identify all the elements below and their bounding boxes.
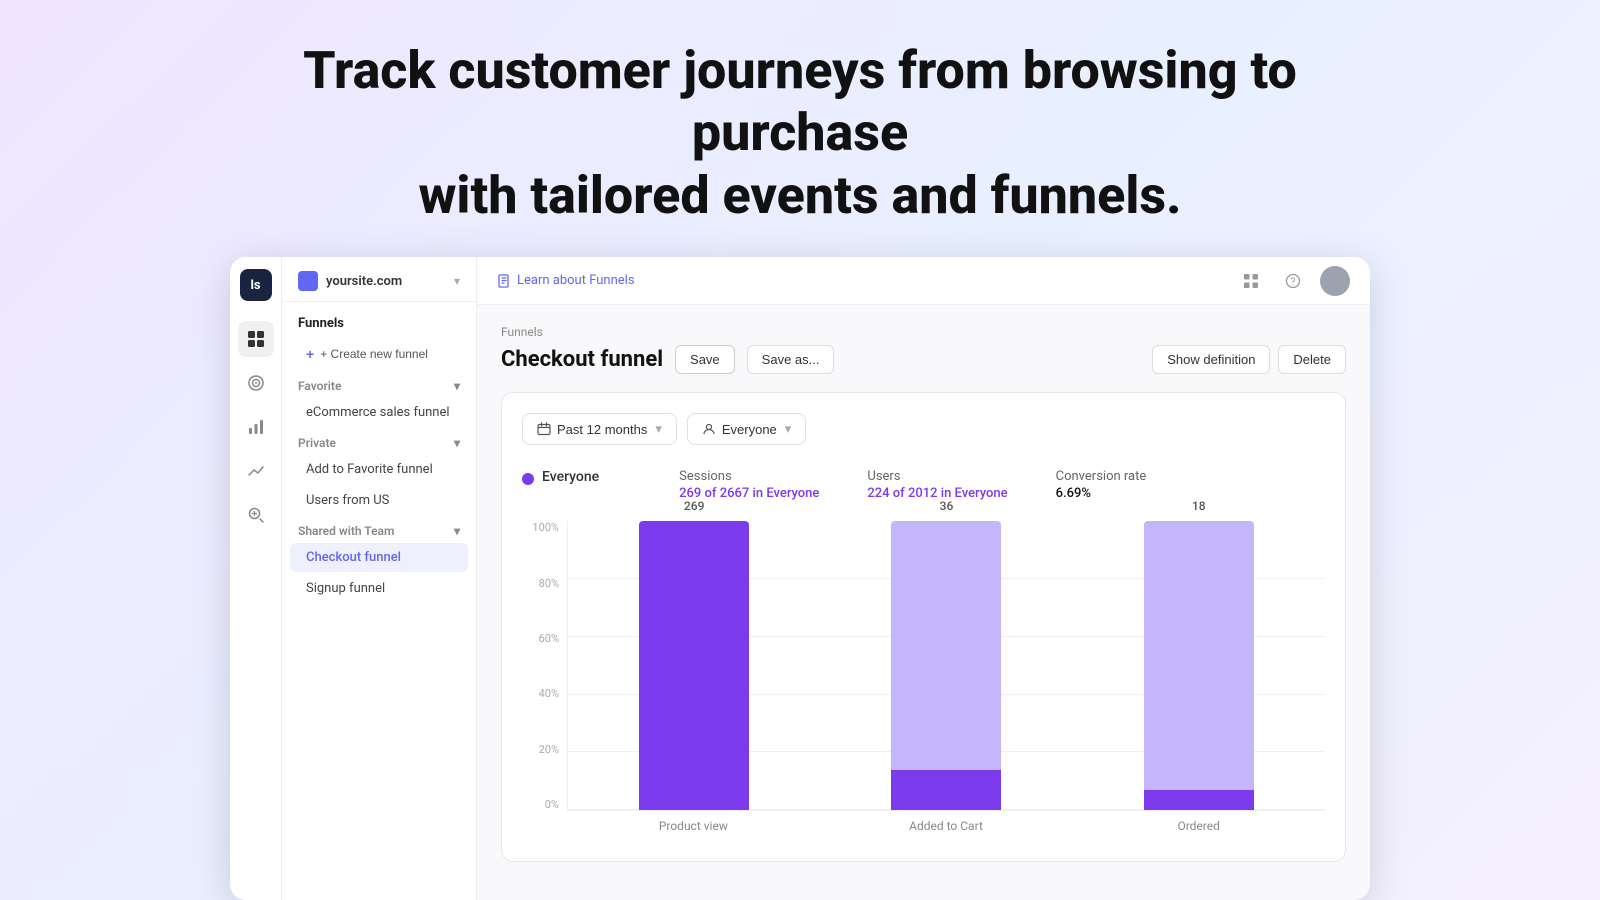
book-icon (497, 274, 511, 288)
audience-filter[interactable]: Everyone ▾ (687, 413, 806, 445)
site-selector[interactable]: yoursite.com ▾ (282, 257, 476, 302)
site-icon (298, 271, 318, 291)
nav-section-title: Funnels (282, 302, 476, 337)
save-button[interactable]: Save (675, 345, 735, 374)
create-funnel-button[interactable]: + + Create new funnel (290, 339, 468, 369)
save-as-button[interactable]: Save as... (747, 345, 835, 374)
nav-group-private[interactable]: Private ▾ (282, 428, 476, 454)
filter-row: Past 12 months ▾ Everyone ▾ (522, 413, 1325, 445)
nav-group-shared[interactable]: Shared with Team ▾ (282, 516, 476, 542)
nav-item-users-us[interactable]: Users from US (290, 486, 468, 515)
conversion-stat: Conversion rate 6.69% (1056, 469, 1147, 501)
chevron-icon: ▾ (454, 524, 460, 538)
bar-ordered: 18 (1073, 521, 1325, 810)
page-title: Checkout funnel (501, 347, 663, 372)
left-nav: yoursite.com ▾ Funnels + + Create new fu… (282, 257, 477, 900)
nav-icon-trend[interactable] (238, 453, 274, 489)
bar-light-cart (891, 521, 1001, 770)
bar-light-ordered (1144, 521, 1254, 790)
conversion-label: Conversion rate (1056, 469, 1147, 484)
bar-dark-ordered (1144, 790, 1254, 810)
audience-icon (702, 422, 716, 436)
sessions-stat: Sessions 269 of 2667 in Everyone (679, 469, 819, 501)
bar-chart: 100% 80% 60% 40% 20% 0% (522, 521, 1325, 841)
users-stat: Users 224 of 2012 in Everyone (867, 469, 1007, 501)
page-header: Checkout funnel Save Save as... Show def… (501, 345, 1346, 374)
bar-dark-product (639, 521, 749, 810)
nav-icon-target[interactable] (238, 365, 274, 401)
nav-group-favorite[interactable]: Favorite ▾ (282, 371, 476, 397)
user-avatar[interactable] (1320, 266, 1350, 296)
nav-item-add-favorite[interactable]: Add to Favorite funnel (290, 455, 468, 484)
learn-link[interactable]: Learn about Funnels (497, 273, 635, 288)
nav-item-signup[interactable]: Signup funnel (290, 574, 468, 603)
bar-added-cart: 36 (820, 521, 1072, 810)
x-labels: Product view Added to Cart Ordered (567, 811, 1325, 841)
nav-icon-grid[interactable] (238, 321, 274, 357)
chevron-icon: ▾ (785, 421, 792, 437)
nav-item-ecommerce[interactable]: eCommerce sales funnel (290, 398, 468, 427)
nav-icon-search[interactable] (238, 497, 274, 533)
y-axis: 100% 80% 60% 40% 20% 0% (522, 521, 567, 811)
app-logo: ls (240, 269, 272, 301)
topbar-right: ? (1236, 266, 1350, 296)
chevron-icon: ▾ (454, 436, 460, 450)
conversion-value: 6.69% (1056, 486, 1147, 501)
legend-row: Everyone Sessions 269 of 2667 in Everyon… (522, 469, 1325, 501)
breadcrumb: Funnels (501, 325, 1346, 339)
delete-button[interactable]: Delete (1278, 345, 1346, 374)
chart-card: Past 12 months ▾ Everyone ▾ (501, 392, 1346, 862)
topbar: Learn about Funnels ? (477, 257, 1370, 305)
grid-icon[interactable] (1236, 266, 1266, 296)
bar-product-view: 269 (568, 521, 820, 810)
users-label: Users (867, 469, 1007, 484)
svg-text:?: ? (1291, 277, 1296, 288)
icon-sidebar: ls (230, 257, 282, 900)
chevron-down-icon: ▾ (454, 274, 460, 288)
x-label-cart: Added to Cart (820, 811, 1073, 841)
sessions-label: Sessions (679, 469, 819, 484)
site-name: yoursite.com (326, 274, 446, 289)
nav-icon-chart[interactable] (238, 409, 274, 445)
help-icon[interactable]: ? (1278, 266, 1308, 296)
hero-heading: Track customer journeys from browsing to… (250, 0, 1350, 257)
main-content: Learn about Funnels ? (477, 257, 1370, 900)
app-window: ls (230, 257, 1370, 900)
plus-icon: + (306, 346, 314, 362)
show-definition-button[interactable]: Show definition (1152, 345, 1270, 374)
nav-item-checkout[interactable]: Checkout funnel (290, 543, 468, 572)
legend-label: Everyone (542, 469, 599, 485)
chevron-icon: ▾ (454, 379, 460, 393)
legend-dot (522, 473, 534, 485)
content-area: Funnels Checkout funnel Save Save as... … (477, 305, 1370, 900)
header-actions: Show definition Delete (1152, 345, 1346, 374)
x-label-ordered: Ordered (1072, 811, 1325, 841)
period-filter[interactable]: Past 12 months ▾ (522, 413, 677, 445)
calendar-icon (537, 422, 551, 436)
chart-bars: 269 36 (567, 521, 1325, 811)
x-label-product: Product view (567, 811, 820, 841)
chevron-icon: ▾ (655, 421, 662, 437)
users-value: 224 of 2012 in Everyone (867, 486, 1007, 501)
bar-dark-cart (891, 770, 1001, 810)
